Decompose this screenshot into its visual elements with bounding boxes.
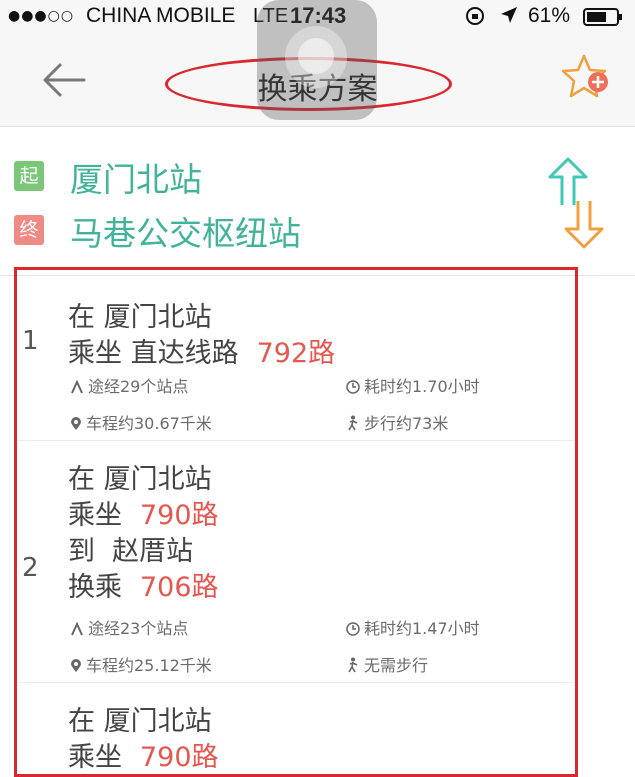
location-arrow-icon bbox=[500, 6, 518, 28]
assistive-touch-core bbox=[298, 38, 334, 74]
favorite-add-icon[interactable] bbox=[560, 52, 614, 106]
carrier-name: CHINA MOBILE bbox=[86, 4, 236, 27]
signal-strength: ●●●○○ bbox=[8, 8, 75, 24]
swap-icon[interactable] bbox=[540, 157, 620, 253]
end-tag: 终 bbox=[14, 215, 44, 245]
station-panel: 起 厦门北站 终 马巷公交枢纽站 bbox=[0, 127, 635, 276]
battery-percent: 61% bbox=[528, 4, 571, 27]
assistive-touch-button[interactable] bbox=[257, 0, 377, 120]
annotation-box bbox=[14, 267, 578, 777]
start-station[interactable]: 厦门北站 bbox=[70, 153, 202, 201]
battery-icon bbox=[583, 8, 623, 30]
assistive-touch-ring bbox=[285, 26, 347, 88]
rotation-lock-icon bbox=[465, 6, 485, 30]
end-station[interactable]: 马巷公交枢纽站 bbox=[70, 207, 301, 255]
start-tag: 起 bbox=[14, 161, 44, 191]
